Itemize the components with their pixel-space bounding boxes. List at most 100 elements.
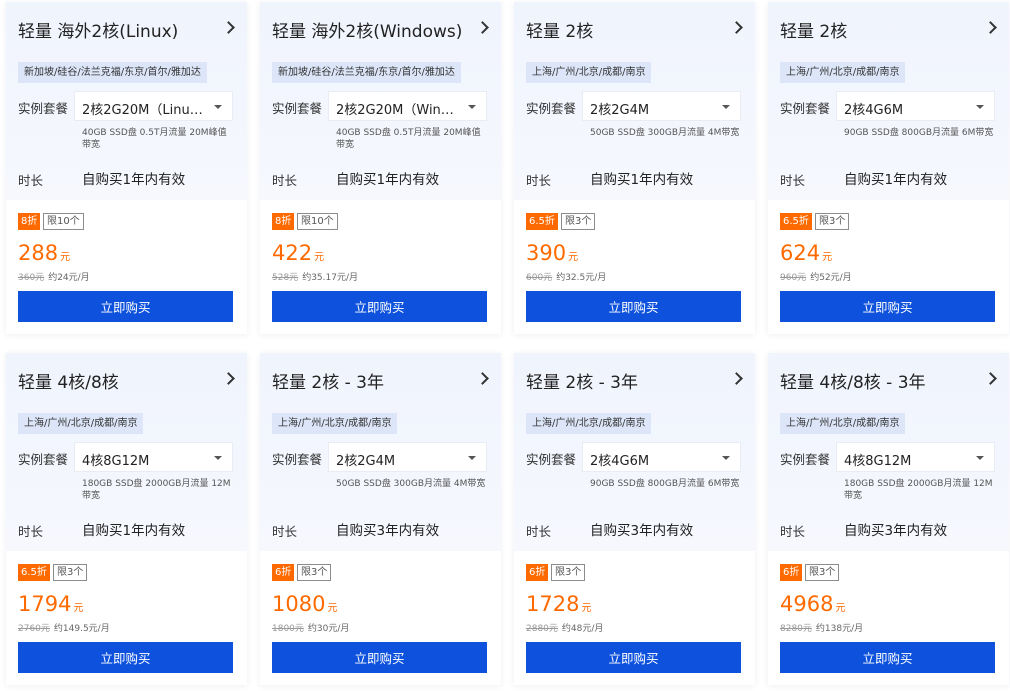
original-price: 1800元 [272, 624, 304, 634]
spec-select-value: 2核4G6M [590, 454, 650, 469]
limit-badge: 限3个 [561, 213, 596, 230]
limit-badge: 限3个 [551, 564, 586, 581]
price-unit: 元 [314, 252, 325, 263]
chevron-right-icon [730, 21, 743, 34]
region-tag: 上海/广州/北京/成都/南京 [272, 413, 398, 434]
card-title-link[interactable]: 轻量 2核 [780, 15, 997, 43]
caret-down-icon [468, 456, 476, 460]
spec-label: 实例套餐 [18, 452, 69, 467]
spec-label: 实例套餐 [272, 101, 323, 116]
spec-select-value: 4核8G12M [82, 454, 150, 469]
price-value: 422 [272, 241, 313, 265]
price-value: 4968 [780, 592, 834, 616]
price-detail: 2880元 约48元/月 [526, 621, 603, 634]
product-card: 轻量 2核 - 3年 上海/广州/北京/成都/南京 实例套餐 2核2G4M 50… [260, 353, 501, 685]
region-tag: 上海/广州/北京/成都/南京 [18, 413, 144, 434]
spec-select[interactable]: 4核8G12M [74, 442, 233, 472]
price-value: 1728 [526, 592, 580, 616]
spec-select-value: 2核2G20M（Windows） [336, 103, 458, 118]
card-title: 轻量 2核 - 3年 [526, 373, 638, 393]
price-detail: 2760元 约149.5元/月 [18, 621, 110, 634]
card-title: 轻量 海外2核(Linux) [18, 22, 179, 42]
price-detail: 360元 约24元/月 [18, 270, 90, 283]
spec-label: 实例套餐 [272, 452, 323, 467]
spec-select-value: 4核8G12M [844, 454, 912, 469]
card-title: 轻量 2核 [780, 22, 848, 42]
price: 390 元 [526, 241, 578, 265]
product-card: 轻量 4核/8核 上海/广州/北京/成都/南京 实例套餐 4核8G12M 180… [6, 353, 247, 685]
duration-value: 自购买3年内有效 [844, 523, 948, 539]
duration-value: 自购买3年内有效 [336, 523, 440, 539]
buy-button[interactable]: 立即购买 [272, 642, 487, 673]
spec-select[interactable]: 2核2G20M（Linux） [74, 91, 233, 121]
spec-select-value: 2核4G6M [844, 103, 904, 118]
spec-description: 180GB SSD盘 2000GB月流量 12M带宽 [82, 479, 231, 501]
card-title-link[interactable]: 轻量 2核 - 3年 [526, 366, 743, 394]
card-title-link[interactable]: 轻量 2核 - 3年 [272, 366, 489, 394]
spec-select[interactable]: 4核8G12M [836, 442, 995, 472]
price-detail: 8280元 约138元/月 [780, 621, 863, 634]
spec-description: 90GB SSD盘 800GB月流量 6M带宽 [844, 128, 994, 138]
monthly-price: 约35.17元/月 [302, 273, 358, 283]
price-value: 1794 [18, 592, 72, 616]
caret-down-icon [722, 456, 730, 460]
caret-down-icon [214, 456, 222, 460]
price-unit: 元 [60, 252, 71, 263]
limit-badge: 限3个 [805, 564, 840, 581]
card-title-link[interactable]: 轻量 海外2核(Linux) [18, 15, 235, 43]
duration-label: 时长 [18, 524, 44, 539]
chevron-right-icon [984, 21, 997, 34]
product-card: 轻量 2核 上海/广州/北京/成都/南京 实例套餐 2核4G6M 90GB SS… [768, 2, 1009, 334]
discount-badge: 6折 [780, 564, 803, 581]
card-title-link[interactable]: 轻量 4核/8核 - 3年 [780, 366, 997, 394]
duration-label: 时长 [526, 524, 552, 539]
buy-button[interactable]: 立即购买 [780, 642, 995, 673]
buy-button[interactable]: 立即购买 [526, 642, 741, 673]
spec-select[interactable]: 2核4G6M [836, 91, 995, 121]
price-unit: 元 [835, 603, 846, 614]
duration-label: 时长 [780, 524, 806, 539]
spec-select[interactable]: 2核2G4M [328, 442, 487, 472]
discount-badge: 6.5折 [18, 564, 50, 581]
card-title-link[interactable]: 轻量 2核 [526, 15, 743, 43]
discount-badge: 8折 [18, 213, 41, 230]
price-detail: 1800元 约30元/月 [272, 621, 349, 634]
buy-button[interactable]: 立即购买 [18, 291, 233, 322]
caret-down-icon [468, 105, 476, 109]
price: 624 元 [780, 241, 832, 265]
price-value: 1080 [272, 592, 326, 616]
chevron-right-icon [730, 372, 743, 385]
spec-label: 实例套餐 [780, 101, 831, 116]
price-value: 390 [526, 241, 567, 265]
chevron-right-icon [984, 372, 997, 385]
spec-select[interactable]: 2核2G20M（Windows） [328, 91, 487, 121]
card-title-link[interactable]: 轻量 海外2核(Windows) [272, 15, 489, 43]
price: 1794 元 [18, 592, 83, 616]
original-price: 600元 [526, 273, 553, 283]
buy-button[interactable]: 立即购买 [272, 291, 487, 322]
spec-description: 50GB SSD盘 300GB月流量 4M带宽 [590, 128, 740, 138]
buy-button[interactable]: 立即购买 [780, 291, 995, 322]
price-unit: 元 [73, 603, 84, 614]
spec-select[interactable]: 2核4G6M [582, 442, 741, 472]
product-card: 轻量 海外2核(Linux) 新加坡/硅谷/法兰克福/东京/首尔/雅加达 实例套… [6, 2, 247, 334]
original-price: 360元 [18, 273, 45, 283]
card-title-link[interactable]: 轻量 4核/8核 [18, 366, 235, 394]
original-price: 8280元 [780, 624, 812, 634]
duration-label: 时长 [526, 173, 552, 188]
limit-badge: 限3个 [53, 564, 88, 581]
limit-badge: 限10个 [43, 213, 84, 230]
discount-badge: 8折 [272, 213, 295, 230]
duration-value: 自购买1年内有效 [82, 523, 186, 539]
spec-description: 180GB SSD盘 2000GB月流量 12M带宽 [844, 479, 993, 501]
price-unit: 元 [822, 252, 833, 263]
caret-down-icon [722, 105, 730, 109]
chevron-right-icon [476, 21, 489, 34]
spec-select[interactable]: 2核2G4M [582, 91, 741, 121]
limit-badge: 限10个 [297, 213, 338, 230]
spec-label: 实例套餐 [780, 452, 831, 467]
buy-button[interactable]: 立即购买 [18, 642, 233, 673]
caret-down-icon [214, 105, 222, 109]
spec-label: 实例套餐 [18, 101, 69, 116]
buy-button[interactable]: 立即购买 [526, 291, 741, 322]
